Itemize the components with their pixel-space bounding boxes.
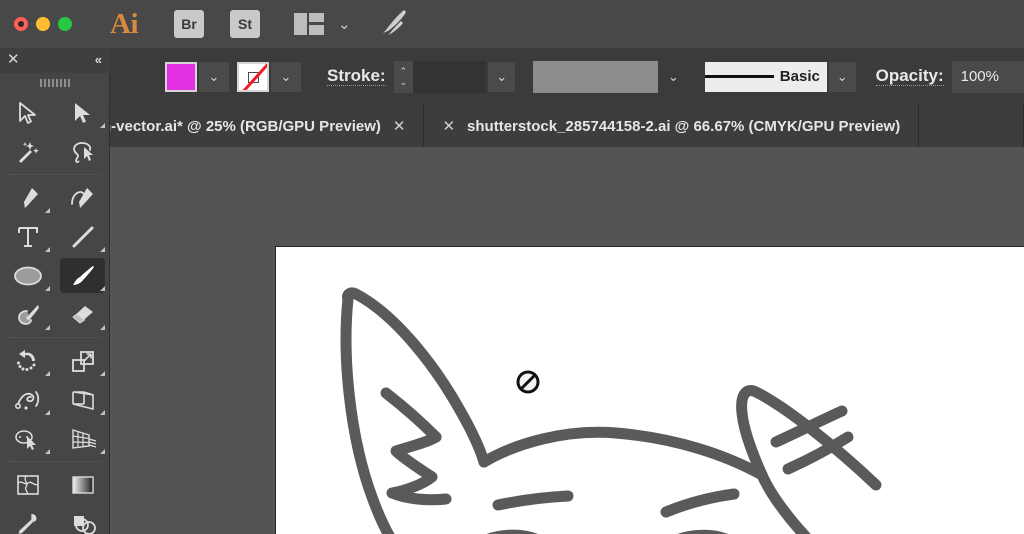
document-tab-1-label: n-vector.ai* @ 25% (RGB/GPU Preview)	[102, 117, 381, 135]
zoom-window-button[interactable]	[58, 17, 72, 31]
stroke-profile-dropdown-icon[interactable]: ⌄	[660, 62, 687, 92]
rocket-icon[interactable]	[379, 8, 409, 41]
brush-definition-select[interactable]: Basic	[704, 61, 827, 92]
title-bar: Ai Br St ⌄	[0, 0, 1024, 48]
close-window-button[interactable]	[14, 17, 28, 31]
stroke-weight-stepper[interactable]: ⌃ ⌄	[393, 60, 414, 93]
traffic-lights	[14, 17, 72, 31]
tools-grid	[0, 93, 109, 534]
opacity-input[interactable]: 100%	[951, 60, 1024, 93]
lasso-tool[interactable]	[55, 132, 110, 171]
stroke-control: ⌄	[237, 60, 301, 94]
stock-button[interactable]: St	[230, 10, 260, 38]
type-tool[interactable]	[0, 217, 55, 256]
close-icon[interactable]: ✕	[393, 117, 406, 135]
artboard[interactable]	[275, 246, 1024, 534]
brush-dropdown-icon[interactable]: ⌄	[828, 61, 856, 92]
illustrator-window: Ai Br St ⌄ ⌄ ⌄ Stroke: ⌃ ⌄ ⌄ ⌄ Basic ⌄ O…	[0, 0, 1024, 534]
opacity-label: Opacity:	[875, 65, 944, 87]
illustrator-logo: Ai	[110, 7, 139, 40]
width-tool[interactable]	[0, 380, 55, 419]
stroke-dropdown-icon[interactable]: ⌄	[271, 61, 301, 92]
direct-selection-tool[interactable]	[55, 93, 110, 132]
document-tab-1[interactable]: n-vector.ai* @ 25% (RGB/GPU Preview) ✕	[102, 105, 425, 147]
blend-tool[interactable]	[55, 504, 110, 534]
stroke-label: Stroke:	[327, 65, 386, 87]
document-tab-bar: n-vector.ai* @ 25% (RGB/GPU Preview) ✕ ✕…	[102, 105, 1024, 147]
pen-tool[interactable]	[0, 178, 55, 217]
arrange-documents-icon[interactable]	[294, 13, 324, 35]
stepper-up-icon[interactable]: ⌃	[400, 66, 408, 77]
stepper-down-icon[interactable]: ⌄	[400, 77, 408, 88]
tools-panel: ✕ «	[0, 48, 110, 534]
no-drop-cursor	[515, 369, 541, 395]
brush-preview-line	[704, 75, 774, 78]
eraser-tool[interactable]	[55, 295, 110, 334]
document-tab-2-label: shutterstock_285744158-2.ai @ 66.67% (CM…	[467, 117, 901, 135]
stroke-weight-input[interactable]	[413, 60, 487, 93]
tools-panel-header: ✕ «	[0, 48, 110, 73]
tool-group-divider	[0, 171, 110, 178]
fill-dropdown-icon[interactable]: ⌄	[199, 61, 229, 92]
brush-name-label: Basic	[779, 68, 820, 85]
tab-bar-filler	[919, 105, 1024, 147]
shaper-tool[interactable]	[0, 295, 55, 334]
cat-face-line-art	[340, 287, 882, 534]
fill-color-swatch[interactable]	[165, 61, 197, 92]
chevron-down-icon[interactable]: ⌄	[338, 17, 351, 32]
stroke-weight-dropdown-icon[interactable]: ⌄	[488, 61, 516, 92]
fill-control: ⌄	[165, 60, 229, 94]
line-segment-tool[interactable]	[55, 217, 110, 256]
gradient-tool[interactable]	[55, 465, 110, 504]
shape-builder-tool[interactable]	[0, 419, 55, 458]
stroke-profile-input[interactable]	[533, 60, 659, 93]
scale-tool[interactable]	[55, 341, 110, 380]
bridge-button[interactable]: Br	[174, 10, 204, 38]
collapse-panel-icon[interactable]: «	[95, 52, 102, 68]
selection-tool[interactable]	[0, 93, 55, 132]
close-icon[interactable]: ✕	[442, 117, 455, 135]
stroke-color-swatch[interactable]	[237, 61, 269, 92]
panel-grip[interactable]	[0, 73, 110, 93]
minimize-window-button[interactable]	[36, 17, 50, 31]
ellipse-tool[interactable]	[0, 256, 55, 295]
magic-wand-tool[interactable]	[0, 132, 55, 171]
eyedropper-tool[interactable]	[0, 504, 55, 534]
tool-group-divider	[0, 458, 110, 465]
rotate-tool[interactable]	[0, 341, 55, 380]
control-bar: ⌄ ⌄ Stroke: ⌃ ⌄ ⌄ ⌄ Basic ⌄ Opacity: 100…	[0, 48, 1024, 105]
perspective-grid-tool[interactable]	[55, 419, 110, 458]
close-icon[interactable]: ✕	[7, 51, 20, 69]
paintbrush-tool[interactable]	[55, 256, 110, 295]
mesh-tool[interactable]	[0, 465, 55, 504]
canvas-area[interactable]	[110, 147, 1024, 534]
document-tab-2[interactable]: ✕ shutterstock_285744158-2.ai @ 66.67% (…	[424, 105, 920, 147]
tool-group-divider	[0, 334, 110, 341]
curvature-tool[interactable]	[55, 178, 110, 217]
free-transform-tool[interactable]	[55, 380, 110, 419]
